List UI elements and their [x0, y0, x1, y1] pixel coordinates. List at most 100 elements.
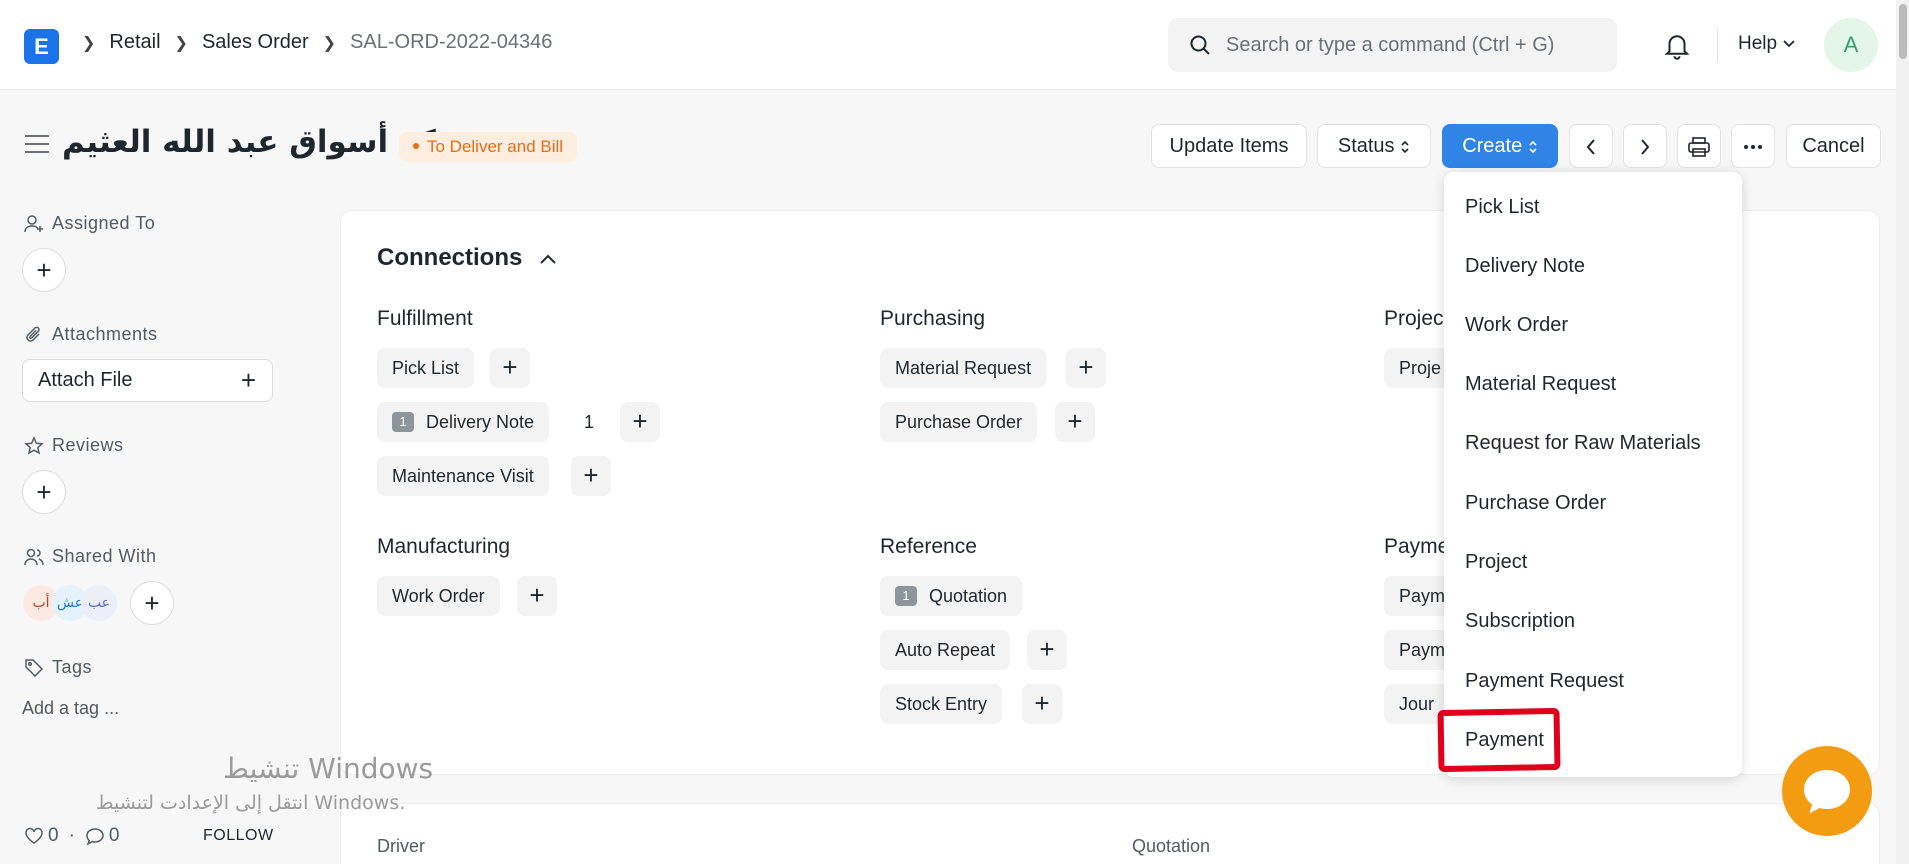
sort-icon [1529, 140, 1537, 153]
chat-widget-button[interactable] [1782, 746, 1872, 836]
comment-icon[interactable] [85, 827, 105, 845]
tags-label: Tags [52, 657, 93, 677]
more-horizontal-icon [1744, 144, 1762, 149]
printer-icon [1688, 136, 1710, 157]
more-actions-button[interactable] [1731, 124, 1775, 168]
breadcrumb-document[interactable]: SAL-ORD-2022-04346 [350, 31, 552, 54]
chevron-right-icon: ❯ [82, 34, 96, 52]
status-dot [413, 142, 419, 149]
quotation-link[interactable]: 1 Quotation [880, 576, 1023, 616]
add-delivery-note-button[interactable]: + [620, 402, 660, 442]
pick-list-link[interactable]: Pick List [377, 348, 475, 388]
add-tag-link[interactable]: Add a tag ... [22, 698, 119, 719]
sort-icon [1401, 140, 1409, 153]
sidebar-toggle-icon[interactable] [24, 134, 50, 154]
search-input[interactable]: Search or type a command (Ctrl + G) [1168, 18, 1617, 72]
status-text: To Deliver and Bill [427, 137, 564, 156]
divider [1717, 28, 1718, 62]
breadcrumb-retail[interactable]: Retail [109, 31, 160, 54]
menu-item-pick-list[interactable]: Pick List [1465, 196, 1539, 219]
add-work-order-button[interactable]: + [517, 576, 557, 616]
menu-item-delivery-note[interactable]: Delivery Note [1465, 255, 1585, 278]
app-logo[interactable]: E [24, 29, 59, 64]
status-button[interactable]: Status [1317, 124, 1431, 168]
attach-file-button[interactable]: Attach File + [22, 359, 273, 402]
count-badge: 1 [895, 586, 917, 606]
connections-title: Connections [377, 244, 523, 271]
fulfillment-heading: Fulfillment [377, 307, 473, 330]
notification-bell-icon[interactable] [1662, 30, 1692, 60]
add-stock-entry-button[interactable]: + [1022, 684, 1062, 724]
print-button[interactable] [1677, 124, 1721, 168]
quotation-field-label: Quotation [1132, 836, 1211, 856]
shared-user-avatar[interactable]: عب [81, 585, 117, 621]
add-auto-repeat-button[interactable]: + [1027, 630, 1067, 670]
scrollbar-thumb[interactable] [1899, 4, 1907, 59]
cancel-button[interactable]: Cancel [1786, 124, 1881, 168]
delivery-note-count: 1 [584, 412, 595, 432]
menu-item-payment-request[interactable]: Payment Request [1465, 670, 1624, 693]
plus-icon: + [240, 365, 256, 395]
add-review-button[interactable]: + [22, 470, 66, 514]
add-material-request-button[interactable]: + [1066, 348, 1106, 388]
add-pick-list-button[interactable]: + [490, 348, 530, 388]
reviews-label: Reviews [52, 435, 124, 455]
tags-heading: Tags [24, 657, 92, 678]
chevron-right-icon: ❯ [174, 34, 188, 52]
assigned-to-label: Assigned To [52, 213, 156, 233]
next-record-button[interactable] [1623, 124, 1667, 168]
delivery-note-label: Delivery Note [426, 412, 535, 432]
follow-button[interactable]: FOLLOW [203, 827, 274, 845]
reviews-heading: Reviews [24, 435, 124, 456]
help-dropdown[interactable]: Help [1738, 33, 1796, 55]
previous-record-button[interactable] [1569, 124, 1613, 168]
manufacturing-heading: Manufacturing [377, 535, 511, 558]
search-placeholder: Search or type a command (Ctrl + G) [1226, 33, 1555, 56]
add-purchase-order-button[interactable]: + [1055, 402, 1095, 442]
chat-bubble-icon [1804, 770, 1850, 814]
shared-with-heading: Shared With [24, 546, 157, 567]
reference-heading: Reference [880, 535, 977, 558]
maintenance-visit-link[interactable]: Maintenance Visit [377, 456, 549, 496]
assigned-to-heading: Assigned To [24, 213, 155, 234]
purchase-order-link[interactable]: Purchase Order [880, 402, 1038, 442]
breadcrumb-sales-order[interactable]: Sales Order [202, 31, 309, 54]
search-icon [1190, 35, 1210, 55]
chevron-up-icon [540, 254, 556, 264]
add-maintenance-visit-button[interactable]: + [571, 456, 611, 496]
chevron-right-icon [1641, 139, 1650, 155]
connections-heading[interactable]: Connections [377, 244, 557, 272]
windows-activation-hint: انتقل إلى الإعدادت لتنشيط Windows. [96, 792, 406, 814]
menu-item-purchase-order[interactable]: Purchase Order [1465, 492, 1606, 515]
likes-count: 0 [48, 825, 59, 846]
work-order-link[interactable]: Work Order [377, 576, 500, 616]
projects-heading: Projec [1384, 307, 1444, 330]
menu-item-subscription[interactable]: Subscription [1465, 610, 1575, 633]
quotation-label: Quotation [929, 586, 1008, 606]
auto-repeat-link[interactable]: Auto Repeat [880, 630, 1011, 670]
chevron-left-icon [1586, 139, 1595, 155]
attach-file-label: Attach File [38, 369, 133, 391]
breadcrumb: ❯ Retail ❯ Sales Order ❯ SAL-ORD-2022-04… [78, 31, 556, 54]
menu-item-request-raw-materials[interactable]: Request for Raw Materials [1465, 432, 1701, 455]
chevron-right-icon: ❯ [322, 34, 337, 52]
stock-entry-link[interactable]: Stock Entry [880, 684, 1003, 724]
menu-item-work-order[interactable]: Work Order [1465, 314, 1568, 337]
update-items-button[interactable]: Update Items [1151, 124, 1307, 168]
menu-item-material-request[interactable]: Material Request [1465, 373, 1616, 396]
annotation-highlight-box [1437, 707, 1561, 773]
create-button[interactable]: Create [1442, 124, 1558, 168]
payments-heading: Payme [1384, 535, 1450, 558]
comments-count: 0 [108, 825, 120, 846]
menu-item-project[interactable]: Project [1465, 551, 1527, 574]
add-assignee-button[interactable]: + [22, 248, 66, 292]
material-request-link[interactable]: Material Request [880, 348, 1047, 388]
add-share-button[interactable]: + [130, 581, 174, 625]
user-avatar[interactable]: A [1824, 18, 1878, 72]
paperclip-icon [26, 326, 40, 342]
status-badge: To Deliver and Bill [399, 132, 578, 162]
delivery-note-link[interactable]: 1 Delivery Note [377, 402, 550, 442]
scrollbar-track[interactable] [1896, 0, 1909, 864]
create-button-label: Create [1462, 135, 1523, 157]
heart-icon[interactable] [24, 827, 44, 845]
